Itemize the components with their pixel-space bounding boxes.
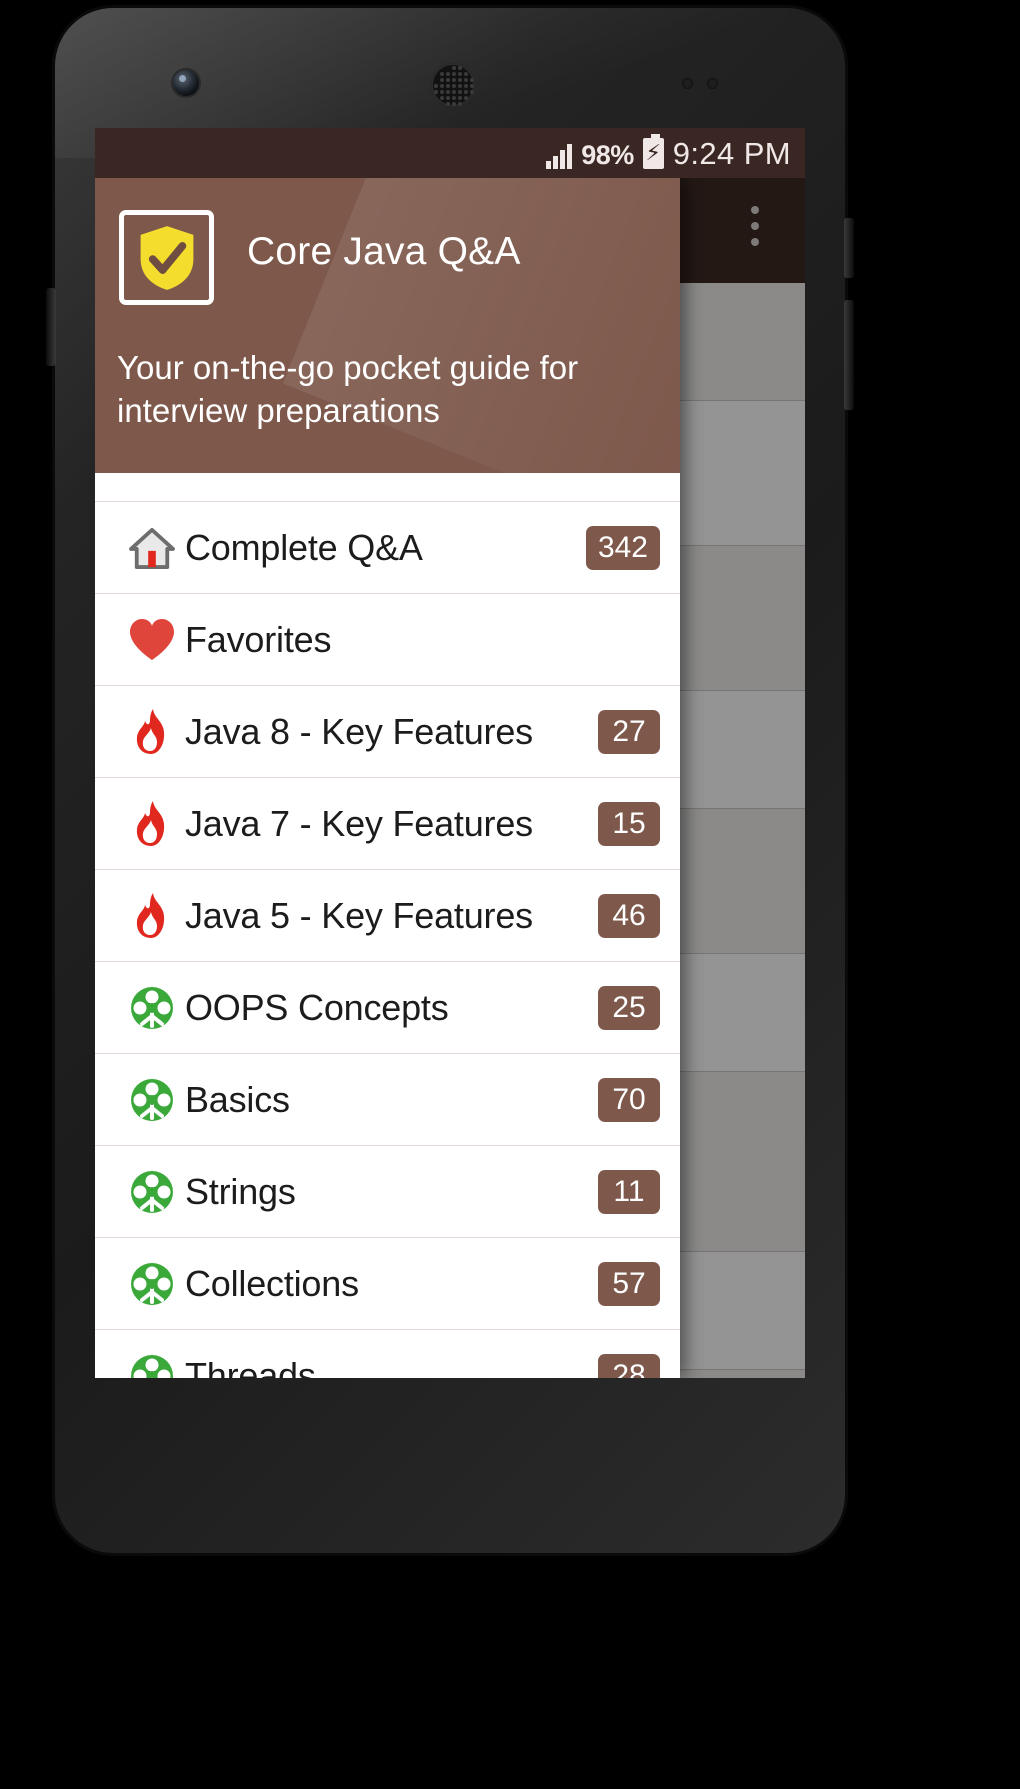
earpiece-speaker [431,63,475,107]
battery-charging-icon: ⚡ [642,133,664,169]
phone-screen: atures ethods ces? ace t and default ts … [95,128,805,1378]
drawer-item-label: Collections [185,1262,359,1304]
drawer-item-label: Threads [185,1354,316,1379]
phone-device: atures ethods ces? ace t and default ts … [46,8,854,1553]
drawer-item-complete-q-a[interactable]: Complete Q&A 342 [95,502,680,594]
drawer-item-java-7-key-features[interactable]: Java 7 - Key Features 15 [95,778,680,870]
drawer-menu-list: Complete Q&A 342 Favorites Java 8 - Key Fea… [95,473,680,1378]
drawer-item-badge: 15 [598,801,660,846]
phone-chin [55,1378,845,1553]
drawer-item-badge: 57 [598,1261,660,1306]
proximity-sensor [682,78,693,89]
flame-icon [119,800,185,848]
drawer-item-label: Strings [185,1170,296,1212]
molecule-icon [119,1262,185,1306]
molecule-icon [119,986,185,1030]
status-bar-wrap: 98% ⚡ 9:24 PM [95,128,805,178]
signal-bars-icon [546,143,573,169]
drawer-item-badge: 342 [585,525,660,570]
camera-glint [179,75,186,82]
drawer-item-strings[interactable]: Strings 11 [95,1146,680,1238]
drawer-item-label: Java 8 - Key Features [185,710,533,752]
drawer-item-basics[interactable]: Basics 70 [95,1054,680,1146]
drawer-item-java-5-key-features[interactable]: Java 5 - Key Features 46 [95,870,680,962]
front-camera-icon [173,70,199,96]
drawer-item-badge: 46 [598,893,660,938]
power-button[interactable] [844,218,854,278]
flame-icon [119,708,185,756]
shield-check-icon [138,225,196,291]
molecule-icon [119,1078,185,1122]
drawer-item-java-8-key-features[interactable]: Java 8 - Key Features 27 [95,686,680,778]
flame-icon [119,892,185,940]
drawer-item-label: OOPS Concepts [185,986,449,1028]
drawer-subtitle: Your on-the-go pocket guide for intervie… [117,349,579,429]
side-button[interactable] [844,300,854,410]
drawer-item-favorites[interactable]: Favorites [95,594,680,686]
drawer-title: Core Java Q&A [247,230,521,273]
drawer-item-label: Basics [185,1078,290,1120]
home-icon [119,527,185,569]
status-bar: 98% ⚡ 9:24 PM [95,128,805,178]
drawer-item-badge: 28 [598,1353,660,1378]
drawer-item-label: Favorites [185,618,332,660]
drawer-item-badge: 11 [598,1169,660,1214]
drawer-item-label: Java 7 - Key Features [185,802,533,844]
drawer-item-label: Complete Q&A [185,526,423,568]
drawer-header: Core Java Q&A Your on-the-go pocket guid… [95,178,680,473]
drawer-item-oops-concepts[interactable]: OOPS Concepts 25 [95,962,680,1054]
drawer-item-threads[interactable]: Threads 28 [95,1330,680,1378]
drawer-item-badge: 25 [598,985,660,1030]
navigation-drawer: Core Java Q&A Your on-the-go pocket guid… [95,178,680,1378]
drawer-item-label: Java 5 - Key Features [185,894,533,936]
molecule-icon [119,1170,185,1214]
heart-icon [119,618,185,662]
drawer-item-collections[interactable]: Collections 57 [95,1238,680,1330]
drawer-item-badge: 27 [598,709,660,754]
battery-percent-label: 98% [581,139,634,170]
list-top-spacer [95,473,680,502]
clock-label: 9:24 PM [672,135,791,171]
drawer-item-badge: 70 [598,1077,660,1122]
light-sensor [707,78,718,89]
molecule-icon [119,1354,185,1378]
app-logo [119,210,214,305]
volume-button[interactable] [46,288,56,366]
